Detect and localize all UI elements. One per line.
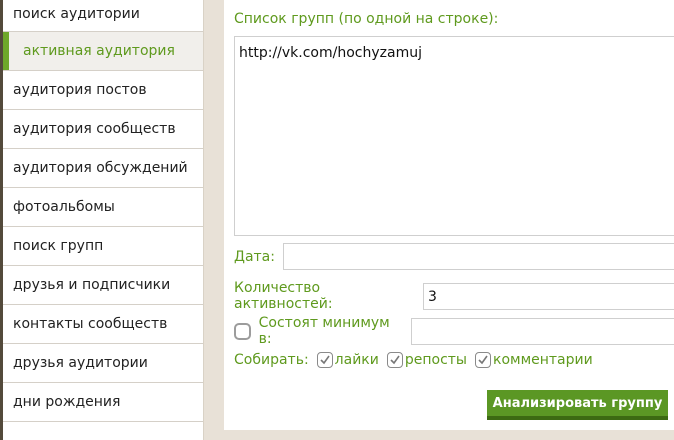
sidebar-item-birthdays[interactable]: дни рождения <box>3 383 203 422</box>
sidebar-item-post-audience[interactable]: аудитория постов <box>3 71 203 110</box>
sidebar-item-group-search[interactable]: поиск групп <box>3 227 203 266</box>
check-icon[interactable] <box>316 352 333 368</box>
date-field[interactable] <box>282 243 674 270</box>
sidebar: поиск аудитории активная аудитория аудит… <box>0 0 204 440</box>
sidebar-item-discussion-audience[interactable]: аудитория обсуждений <box>3 149 203 188</box>
reposts-option[interactable]: репосты <box>386 352 467 368</box>
comments-label: комментарии <box>492 352 593 368</box>
min-groups-checkbox[interactable] <box>234 322 251 340</box>
check-icon[interactable] <box>474 352 491 368</box>
sidebar-item-active-audience[interactable]: активная аудитория <box>3 32 203 71</box>
sidebar-item-audience-search[interactable]: поиск аудитории <box>3 0 203 32</box>
main-panel: Список групп (по одной на строке): http:… <box>224 0 674 430</box>
sidebar-item-partial[interactable] <box>3 422 203 440</box>
likes-option[interactable]: лайки <box>316 352 379 368</box>
analyze-group-button[interactable]: Анализировать группу <box>487 390 668 420</box>
sidebar-item-friends-followers[interactable]: друзья и подписчики <box>3 266 203 305</box>
sidebar-item-photo-albums[interactable]: фотоальбомы <box>3 188 203 227</box>
likes-label: лайки <box>334 352 379 368</box>
reposts-label: репосты <box>404 352 467 368</box>
group-list-textarea[interactable]: http://vk.com/hochyzamuj <box>234 36 674 236</box>
min-groups-label: Состоят минимум в: <box>258 315 390 347</box>
group-list-label: Список групп (по одной на строке): <box>234 11 499 27</box>
collect-label: Собирать: <box>234 352 309 368</box>
activity-count-field[interactable]: 3 <box>422 282 674 310</box>
date-label: Дата: <box>234 248 275 265</box>
comments-option[interactable]: комментарии <box>474 352 593 368</box>
min-groups-field[interactable] <box>411 317 674 345</box>
sidebar-item-community-contacts[interactable]: контакты сообществ <box>3 305 203 344</box>
activity-count-label: Количество активностей: <box>234 280 333 312</box>
check-icon[interactable] <box>386 352 403 368</box>
sidebar-item-community-audience[interactable]: аудитория сообществ <box>3 110 203 149</box>
sidebar-item-audience-friends[interactable]: друзья аудитории <box>3 344 203 383</box>
